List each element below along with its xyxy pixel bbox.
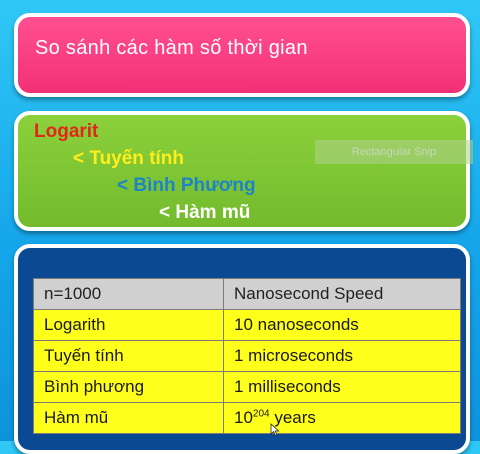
table-row: Hàm mũ 10204 years [33,402,461,434]
rectangular-snip-overlay[interactable]: Rectangular Snip [315,140,473,164]
row-value: 10 nanoseconds [223,309,461,341]
comparison-linear: < Tuyến tính [73,148,185,169]
row-name: Hàm mũ [33,402,224,434]
comparison-panel: Logarit < Tuyến tính < Bình Phương < Hàm… [14,111,473,231]
table-panel: n=1000 Nanosecond Speed Logarith 10 nano… [14,244,470,454]
table-row: Bình phương 1 milliseconds [33,371,461,403]
comparison-quadratic: < Bình Phương [117,175,256,196]
value-base: 10 [234,408,253,427]
header-n: n=1000 [33,278,224,310]
page-title: So sánh các hàm số thời gian [35,37,308,59]
table-row: Tuyến tính 1 microseconds [33,340,461,372]
mouse-cursor-icon [270,423,280,437]
title-panel: So sánh các hàm số thời gian [14,13,470,97]
value-exponent: 204 [252,408,270,420]
row-name: Logarith [33,309,224,341]
table-row: Logarith 10 nanoseconds [33,309,461,341]
comparison-logarit: Logarit [34,121,99,142]
row-value: 1 microseconds [223,340,461,372]
comparison-exponential: < Hàm mũ [159,202,251,223]
row-name: Bình phương [33,371,224,403]
table-header-row: n=1000 Nanosecond Speed [33,278,461,310]
row-value: 1 milliseconds [223,371,461,403]
complexity-table: n=1000 Nanosecond Speed Logarith 10 nano… [33,278,461,434]
row-value-exponential: 10204 years [223,402,461,434]
row-name: Tuyến tính [33,340,224,372]
header-speed: Nanosecond Speed [223,278,461,310]
